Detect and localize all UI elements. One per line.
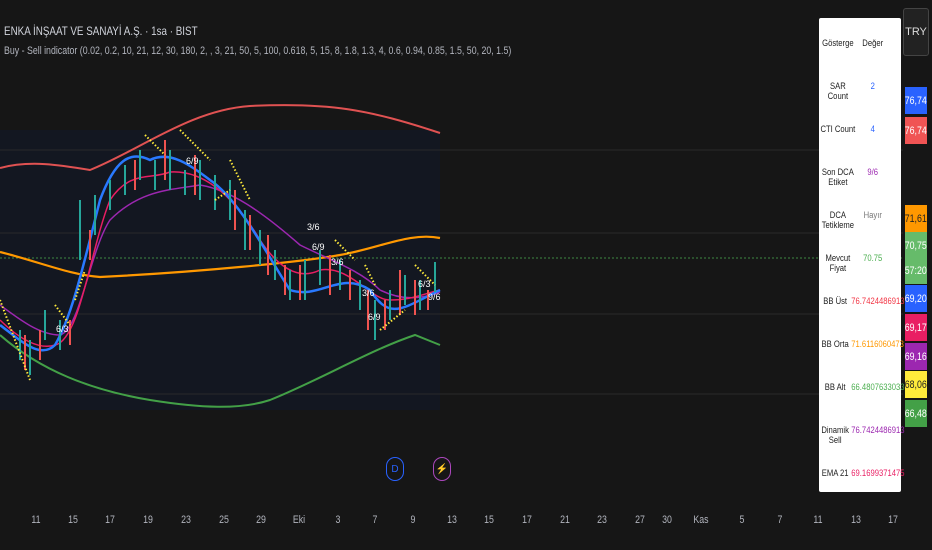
time-tick: 7 xyxy=(372,514,378,526)
table-row: CTI Count 4 xyxy=(819,124,889,134)
row-value: 76.7424486913 xyxy=(851,425,905,435)
row-value: 71.6116060473 xyxy=(851,339,904,349)
row-key: SAR Count xyxy=(827,81,849,101)
header-value: Değer xyxy=(862,38,884,48)
price-label: 71,61 xyxy=(905,205,927,232)
time-tick: 17 xyxy=(522,514,532,526)
indicator-table: Gösterge Değer SAR Count 2 CTI Count 4 Son D… xyxy=(819,18,905,492)
row-value: 69.1699371475 xyxy=(851,468,905,478)
dca-label: 6/9 xyxy=(186,156,199,166)
price-label-text: 69,16 xyxy=(904,350,928,363)
table-row: BB Alt 66.4807633033 xyxy=(819,382,905,392)
price-label-text: 57:20 xyxy=(904,264,928,277)
row-key: BB Orta xyxy=(821,339,849,349)
table-row: BB Üst 76.7424486913 xyxy=(819,296,905,306)
dca-label: 9/6 xyxy=(428,292,441,302)
table-row: SAR Count 2 xyxy=(819,81,889,101)
table-row: Son DCA Etiket 9/6 xyxy=(819,167,889,187)
dca-label: 6/3 xyxy=(418,279,431,289)
table-row: Mevcut Fiyat 70.75 xyxy=(819,253,889,273)
row-value: 9/6 xyxy=(867,167,879,177)
time-tick: 13 xyxy=(851,514,861,526)
row-key: Mevcut Fiyat xyxy=(825,253,851,273)
time-tick: Kas xyxy=(693,514,709,526)
time-tick: 9 xyxy=(410,514,416,526)
price-label: 68,06 xyxy=(905,371,927,398)
row-key: EMA 21 xyxy=(821,468,849,478)
time-tick: 27 xyxy=(635,514,645,526)
price-label: 76,74 xyxy=(905,87,927,114)
row-value: 70.75 xyxy=(863,253,883,263)
row-value: 4 xyxy=(870,124,875,134)
time-tick: 17 xyxy=(888,514,898,526)
currency-button[interactable]: TRY xyxy=(903,8,929,56)
row-key: BB Alt xyxy=(824,382,846,392)
time-tick: 30 xyxy=(662,514,672,526)
time-tick: Eki xyxy=(292,514,306,526)
row-value: 2 xyxy=(870,81,875,91)
price-label-text: 68,06 xyxy=(904,378,928,391)
row-key: CTI Count xyxy=(820,124,856,134)
dca-label: 3/6 xyxy=(307,222,320,232)
price-label: 69,16 xyxy=(905,343,927,370)
time-tick: 3 xyxy=(335,514,341,526)
time-tick: 15 xyxy=(484,514,494,526)
row-key: BB Üst xyxy=(823,296,848,306)
row-value: 76.7424486913 xyxy=(851,296,905,306)
dividend-icon[interactable]: D xyxy=(386,457,404,481)
row-key: Son DCA Etiket xyxy=(821,167,854,187)
time-tick: 29 xyxy=(256,514,266,526)
row-value: 66.4807633033 xyxy=(851,382,905,392)
time-tick: 15 xyxy=(68,514,78,526)
table-row: EMA 21 69.1699371475 xyxy=(819,468,905,478)
table-row: DCA Tetikleme Hayır xyxy=(819,210,889,230)
time-tick: 5 xyxy=(739,514,745,526)
time-tick: 21 xyxy=(560,514,570,526)
price-label-text: 71,61 xyxy=(904,212,928,225)
price-label: 57:20 xyxy=(905,257,927,284)
time-tick: 19 xyxy=(143,514,153,526)
time-tick: 7 xyxy=(777,514,783,526)
table-header: Gösterge Değer xyxy=(819,38,889,48)
price-label-text: 76,74 xyxy=(904,124,928,137)
price-label: 66,48 xyxy=(905,400,927,427)
row-value: Hayır xyxy=(863,210,882,220)
table-row: BB Orta 71.6116060473 xyxy=(819,339,904,349)
price-label-text: 76,74 xyxy=(904,94,928,107)
dca-label: 6/9 xyxy=(312,242,325,252)
time-tick: 25 xyxy=(219,514,229,526)
time-tick: 13 xyxy=(447,514,457,526)
price-label: 70,75 xyxy=(905,232,927,259)
symbol-title: ENKA İNŞAAT VE SANAYİ A.Ş. · 1sa · BIST xyxy=(4,24,198,38)
price-label-text: 70,75 xyxy=(904,239,928,252)
dca-label: 6/9 xyxy=(368,312,381,322)
row-key: Dinamik Sell xyxy=(821,425,849,445)
dca-label: 3/6 xyxy=(362,288,375,298)
time-tick: 11 xyxy=(31,514,41,526)
dca-label: 3/6 xyxy=(331,257,344,267)
table-row: Dinamik Sell 76.7424486913 xyxy=(819,425,905,445)
price-label: 76,74 xyxy=(905,117,927,144)
time-tick: 23 xyxy=(181,514,191,526)
header-key: Gösterge xyxy=(822,38,854,48)
time-tick: 17 xyxy=(105,514,115,526)
lightning-icon[interactable]: ⚡ xyxy=(433,457,451,481)
dca-label: 6/3 xyxy=(56,324,69,334)
indicator-legend[interactable]: Buy - Sell indicator (0.02, 0.2, 10, 21,… xyxy=(4,45,511,57)
price-label-text: 66,48 xyxy=(904,407,928,420)
time-tick: 11 xyxy=(813,514,823,526)
price-label: 69,20 xyxy=(905,285,927,312)
row-key: DCA Tetikleme xyxy=(821,210,855,230)
price-label-text: 69,20 xyxy=(904,292,928,305)
time-tick: 23 xyxy=(597,514,607,526)
price-label-text: 69,17 xyxy=(904,321,928,334)
price-label: 69,17 xyxy=(905,314,927,341)
price-chart[interactable] xyxy=(0,0,903,505)
